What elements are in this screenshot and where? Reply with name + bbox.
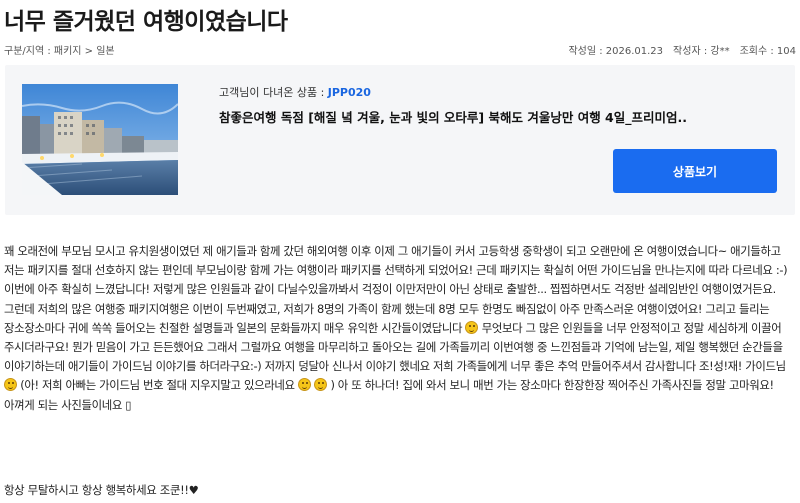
review-body: 꽤 오래전에 부모님 모시고 유치원생이였던 제 애기들과 함께 갔던 해외여행… [4, 242, 796, 415]
breadcrumb: 구분/지역 : 패키지 > 일본 [4, 46, 115, 57]
product-name[interactable]: 참좋은여행 독점 [해질 녘 겨울, 눈과 빛의 오타루] 북해도 겨울낭만 여… [219, 107, 739, 126]
review-text-3: (아! 저희 아빠는 가이드님 번호 절대 지우지말고 있으라네요 [20, 378, 295, 393]
grin-emoji-icon [314, 378, 328, 392]
product-code[interactable]: JPP020 [328, 86, 371, 99]
view-product-button[interactable]: 상품보기 [613, 149, 777, 193]
smile-emoji-icon [465, 320, 479, 334]
post-meta: 구분/지역 : 패키지 > 일본 작성일 : 2026.01.23 작성자 : … [4, 42, 796, 57]
product-photo[interactable] [22, 84, 178, 195]
review-closing: 항상 무탈하시고 항상 행복하세요 조쿤!!♥ [4, 483, 199, 497]
laugh-emoji-icon [297, 378, 311, 392]
heart-eyes-emoji-icon [4, 378, 17, 392]
post-date: 작성일 : 2026.01.23 [568, 46, 664, 57]
post-info: 작성일 : 2026.01.23 작성자 : 강** 조회수 : 104 [568, 42, 796, 57]
post-title: 너무 즐거웠던 여행이였습니다 [4, 9, 288, 35]
product-label-prefix: 고객님이 다녀온 상품 : [219, 86, 328, 99]
product-card: 고객님이 다녀온 상품 : JPP020 참좋은여행 독점 [해질 녘 겨울, … [5, 65, 795, 215]
post-author: 작성자 : 강** [673, 46, 730, 57]
product-label: 고객님이 다녀온 상품 : JPP020 [219, 84, 371, 100]
post-views: 조회수 : 104 [739, 46, 796, 57]
canal-city-image [22, 84, 178, 195]
